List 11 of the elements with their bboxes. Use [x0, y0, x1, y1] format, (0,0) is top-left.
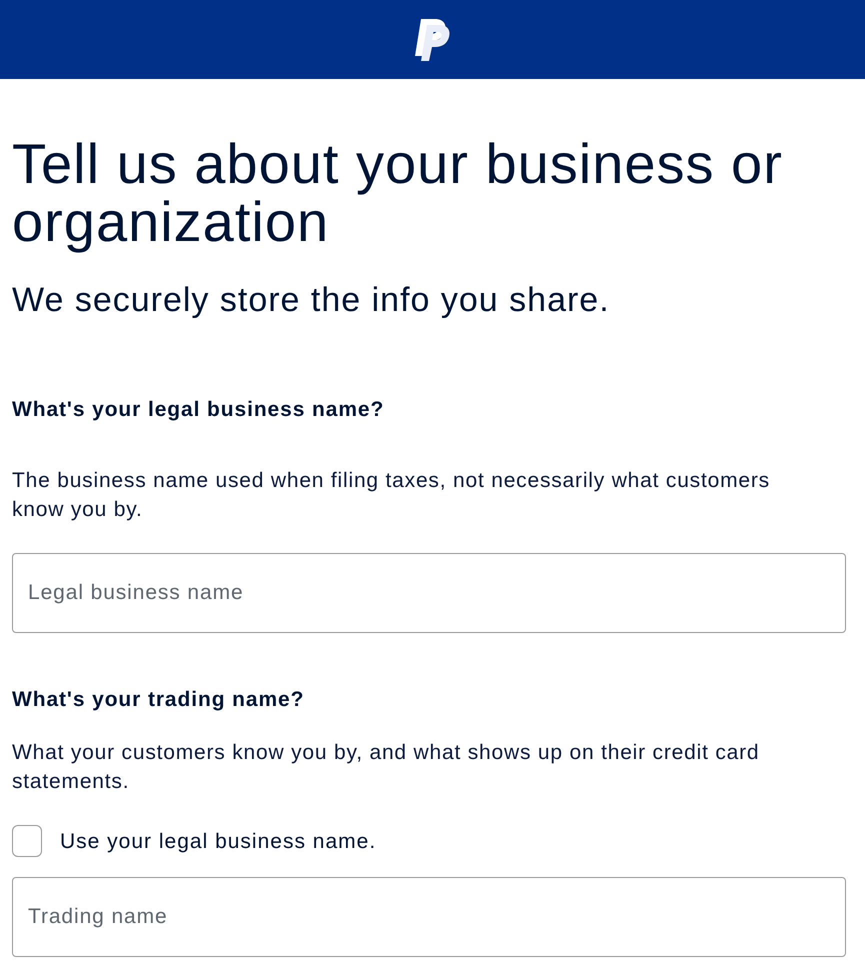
checkbox-label[interactable]: Use your legal business name. — [60, 826, 376, 856]
page-subheading: We securely store the info you share. — [12, 280, 611, 320]
question-description: The business name used when filing taxes, not necessarily what customers know you by. — [12, 468, 771, 523]
text-input-field[interactable]: Legal business name — [12, 553, 846, 633]
text-input-field[interactable]: Trading name — [12, 877, 846, 957]
page-heading: Tell us about your business or organization — [12, 135, 784, 251]
question-label: What's your trading name? — [12, 687, 306, 713]
checkbox[interactable] — [12, 825, 42, 857]
logo-icon — [414, 18, 452, 62]
question-description: What your customers know you by, and what shows up on their credit card statements. — [12, 740, 760, 795]
question-label: What's your legal business name? — [12, 397, 386, 423]
